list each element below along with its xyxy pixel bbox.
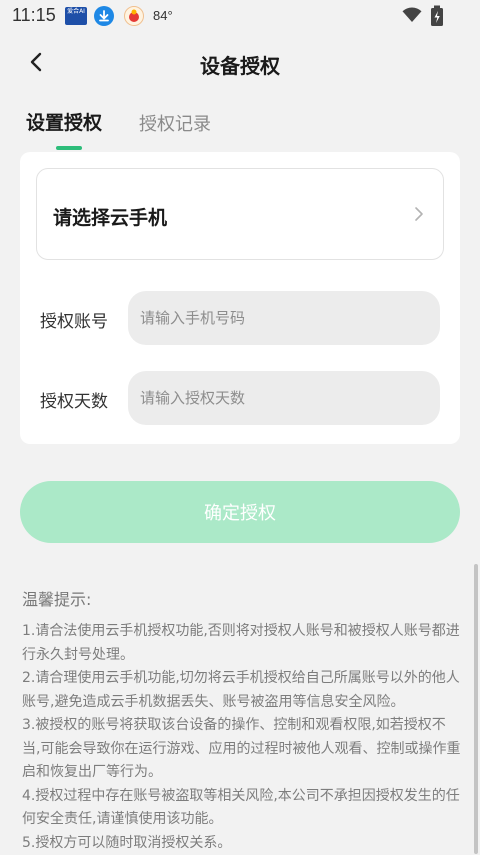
scrollbar[interactable] bbox=[474, 564, 478, 854]
cloud-phone-selector[interactable]: 请选择云手机 bbox=[36, 168, 444, 260]
page-title: 设备授权 bbox=[0, 50, 480, 79]
active-tab-indicator bbox=[56, 146, 82, 150]
chevron-right-icon bbox=[413, 205, 425, 227]
days-input[interactable] bbox=[128, 371, 440, 425]
app-notification-label: 爱合AI bbox=[67, 8, 85, 15]
game-app-icon bbox=[124, 6, 144, 26]
tips-list: 1.请合法使用云手机授权功能,否则将对授权人账号和被授权人账号都进行永久封号处理… bbox=[22, 620, 462, 855]
tab-set-authorization[interactable]: 设置授权 bbox=[26, 108, 102, 135]
tip-item: 1.请合法使用云手机授权功能,否则将对授权人账号和被授权人账号都进行永久封号处理… bbox=[22, 620, 462, 667]
app-notification-icon: 爱合AI bbox=[65, 7, 87, 25]
tab-authorization-records[interactable]: 授权记录 bbox=[139, 110, 211, 136]
wifi-icon bbox=[402, 7, 422, 27]
account-label: 授权账号 bbox=[40, 307, 108, 332]
app-header: 设备授权 bbox=[0, 38, 480, 86]
authorization-form-card: 请选择云手机 授权账号 授权天数 bbox=[20, 152, 460, 444]
tip-item: 3.被授权的账号将获取该台设备的操作、控制和观看权限,如若授权不当,可能会导致你… bbox=[22, 714, 462, 785]
status-bar: 11:15 爱合AI 84° bbox=[0, 0, 480, 32]
cloud-phone-selector-label: 请选择云手机 bbox=[53, 203, 167, 230]
days-label: 授权天数 bbox=[40, 387, 108, 412]
account-input[interactable] bbox=[128, 291, 440, 345]
status-time: 11:15 bbox=[12, 5, 56, 26]
tip-item: 5.授权方可以随时取消授权关系。 bbox=[22, 832, 462, 855]
tip-item: 2.请合理使用云手机功能,切勿将云手机授权给自己所属账号以外的他人账号,避免造成… bbox=[22, 667, 462, 714]
tips-title: 温馨提示: bbox=[22, 586, 91, 610]
download-icon bbox=[94, 6, 114, 26]
temperature-text: 84° bbox=[153, 8, 173, 23]
battery-icon bbox=[430, 5, 444, 31]
confirm-authorization-button[interactable]: 确定授权 bbox=[20, 481, 460, 543]
tip-item: 4.授权过程中存在账号被盗取等相关风险,本公司不承担因授权发生的任何安全责任,请… bbox=[22, 785, 462, 832]
